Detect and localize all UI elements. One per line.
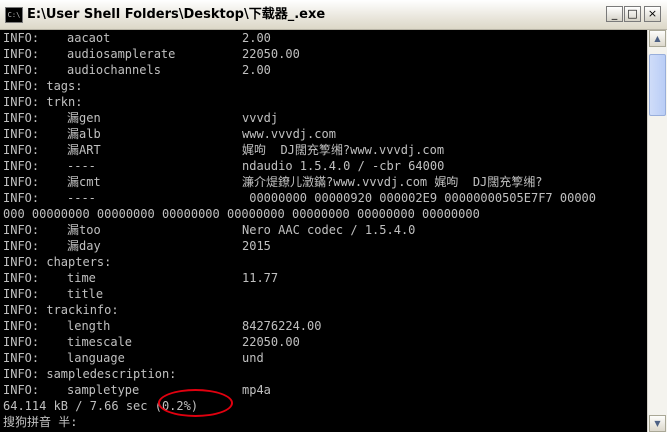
console-line-prefix: INFO: [3, 191, 40, 205]
highlight-ellipse [158, 389, 233, 417]
window-title: E:\User Shell Folders\Desktop\下载器_.exe [27, 7, 326, 22]
console-line: INFO: audiosamplerate 22050.00 [0, 46, 647, 62]
console-line-prefix: INFO: [3, 239, 40, 253]
console-line-value: 2.00 [242, 63, 271, 77]
console-line-key: 漏gen [67, 111, 101, 125]
console-line: INFO: ---- 00000000 00000920 000002E9 000… [0, 190, 647, 206]
console-line: 64.114 kB / 7.66 sec (0.2%) [0, 398, 647, 414]
console-line-key: 漏cmt [67, 175, 101, 189]
console-line-value: 22050.00 [242, 335, 300, 349]
console-line: INFO: aacaot 2.00 [0, 30, 647, 46]
console-line-prefix: 000 00000000 00000000 00000000 00000000 … [3, 207, 480, 221]
console-line-key: audiochannels [67, 63, 161, 77]
console-line-value: 娓呴 DJ闊充箰缃?www.vvvdj.com [242, 143, 445, 157]
vertical-scrollbar[interactable]: ▲ ▼ [647, 30, 667, 432]
console-line-value: 11.77 [242, 271, 279, 285]
console-line: INFO: 漏cmt 濂介煶鐐儿澂鏋?www.vvvdj.com 娓呴 DJ闊充箰缃… [0, 174, 647, 190]
console-line-prefix: INFO: tags: [3, 79, 83, 93]
console-line-key: language [67, 351, 125, 365]
console-line-value: 2015 [242, 239, 271, 253]
console-line-key: length [67, 319, 111, 333]
console-line-prefix: INFO: [3, 63, 40, 77]
console-line: INFO: 漏too Nero AAC codec / 1.5.4.0 [0, 222, 647, 238]
scroll-up-button[interactable]: ▲ [649, 30, 666, 47]
console-line-prefix: INFO: [3, 127, 40, 141]
console-line-prefix: INFO: [3, 223, 40, 237]
console-line: INFO: language und [0, 350, 647, 366]
console-line-value: 2.00 [242, 31, 271, 45]
console-line-prefix: INFO: trkn: [3, 95, 83, 109]
console-line-prefix: INFO: [3, 175, 40, 189]
console-window: C:\ E:\User Shell Folders\Desktop\下载器_.e… [0, 0, 667, 432]
console-line: INFO: time 11.77 [0, 270, 647, 286]
minimize-button[interactable]: _ [606, 6, 623, 22]
console-line-value: 84276224.00 [242, 319, 322, 333]
console-line-prefix: INFO: [3, 319, 40, 333]
close-button[interactable]: × [644, 6, 661, 22]
title-bar[interactable]: C:\ E:\User Shell Folders\Desktop\下载器_.e… [0, 0, 667, 30]
console-line-key: aacaot [67, 31, 111, 45]
console-line-key: audiosamplerate [67, 47, 176, 61]
console-line-prefix: 搜狗拼音 半: [3, 415, 78, 429]
maximize-button[interactable]: □ [624, 6, 641, 22]
console-line-prefix: INFO: trackinfo: [3, 303, 119, 317]
console-line-prefix: INFO: [3, 287, 40, 301]
console-line-prefix: INFO: [3, 31, 40, 45]
console-line: INFO: 漏day 2015 [0, 238, 647, 254]
console-line-prefix: INFO: [3, 383, 40, 397]
console-line-prefix: INFO: [3, 143, 40, 157]
console-line: INFO: sampletype mp4a [0, 382, 647, 398]
console-line: 000 00000000 00000000 00000000 00000000 … [0, 206, 647, 222]
console-line-prefix: INFO: chapters: [3, 255, 112, 269]
console-line: INFO: 漏gen vvvdj [0, 110, 647, 126]
console-line-key: 漏day [67, 239, 101, 253]
console-line: INFO: 漏ART 娓呴 DJ闊充箰缃?www.vvvdj.com [0, 142, 647, 158]
console-line-value: 22050.00 [242, 47, 300, 61]
console-line-prefix: INFO: sampledescription: [3, 367, 177, 381]
console-line-value: 00000000 00000920 000002E9 00000000505E7… [242, 191, 597, 205]
console-line-key: 漏ART [67, 143, 101, 157]
console-line: INFO: tags: [0, 78, 647, 94]
console-line-value: www.vvvdj.com [242, 127, 336, 141]
console-line-prefix: INFO: [3, 159, 40, 173]
console-line-key: time [67, 271, 96, 285]
console-line-prefix: INFO: [3, 111, 40, 125]
scroll-down-button[interactable]: ▼ [649, 415, 666, 432]
console-line-value: vvvdj [242, 111, 279, 125]
console-line-key: 漏alb [67, 127, 101, 141]
console-line: 搜狗拼音 半: [0, 414, 647, 430]
console-line: INFO: length 84276224.00 [0, 318, 647, 334]
console-line-key: title [67, 287, 104, 301]
console-app-icon[interactable]: C:\ [5, 7, 23, 23]
console-line-prefix: INFO: [3, 271, 40, 285]
console-line: INFO: sampledescription: [0, 366, 647, 382]
console-line: INFO: trkn: [0, 94, 647, 110]
console-line-prefix: INFO: [3, 351, 40, 365]
console-output[interactable]: INFO: aacaot 2.00 INFO: audiosamplerate 22050… [0, 30, 647, 432]
console-line-key: 漏too [67, 223, 101, 237]
console-line-value: und [242, 351, 264, 365]
console-line-prefix: INFO: [3, 47, 40, 61]
console-line-prefix: INFO: [3, 335, 40, 349]
console-line-key: sampletype [67, 383, 140, 397]
console-line: INFO: ---- ndaudio 1.5.4.0 / -cbr 64000 [0, 158, 647, 174]
console-line-value: 濂介煶鐐儿澂鏋?www.vvvdj.com 娓呴 DJ闊充箰缃? [242, 175, 543, 189]
console-line-key: timescale [67, 335, 133, 349]
console-line: INFO: timescale 22050.00 [0, 334, 647, 350]
console-line-value: Nero AAC codec / 1.5.4.0 [242, 223, 416, 237]
console-line: INFO: audiochannels 2.00 [0, 62, 647, 78]
console-line: INFO: 漏alb www.vvvdj.com [0, 126, 647, 142]
console-line-value: ndaudio 1.5.4.0 / -cbr 64000 [242, 159, 445, 173]
console-line: INFO: trackinfo: [0, 302, 647, 318]
console-line-key: ---- [67, 191, 96, 205]
console-line-value: mp4a [242, 383, 271, 397]
scrollbar-thumb[interactable] [649, 54, 666, 116]
console-line: INFO: title [0, 286, 647, 302]
console-line: INFO: chapters: [0, 254, 647, 270]
console-line-key: ---- [67, 159, 96, 173]
